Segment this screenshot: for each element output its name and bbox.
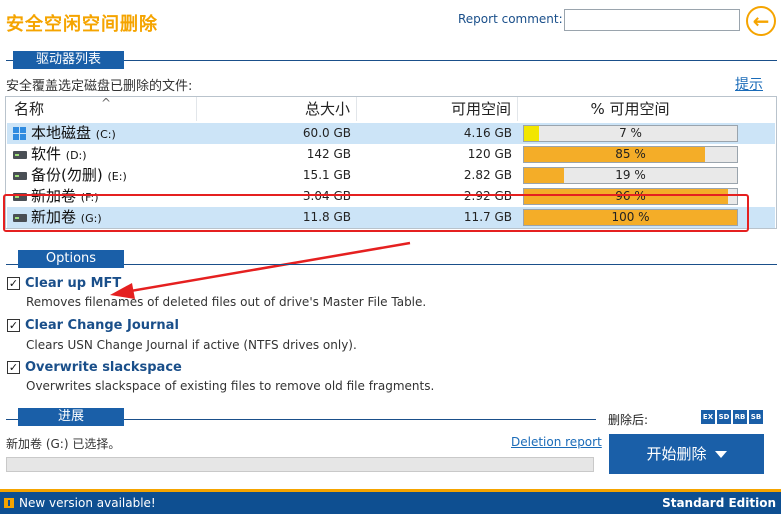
overwrite-slackspace-desc: Overwrites slackspace of existing files … [26,379,435,393]
column-header-name[interactable]: 名称 ^ [6,96,197,121]
sort-ascending-icon: ^ [101,96,112,110]
drive-row[interactable]: 本地磁盘 (C:) 60.0 GB 4.16 GB 7 % [7,123,775,144]
annotation-highlight-box [3,194,749,232]
clear-change-journal-label[interactable]: Clear Change Journal [25,318,179,333]
start-delete-label: 开始删除 [646,445,707,463]
drive-free-space: 120 GB [467,147,512,161]
windows-drive-icon [13,127,27,141]
new-version-link[interactable]: New version available! [19,496,156,510]
progress-bar [6,457,594,472]
drive-free-space: 4.16 GB [463,126,512,140]
report-comment-input[interactable] [564,9,740,31]
back-button[interactable]: ← [746,6,776,36]
tag-sd[interactable]: SD [717,410,731,424]
tag-sb[interactable]: SB [749,410,763,424]
drive-total-size: 60.0 GB [302,126,351,140]
overwrite-slackspace-label[interactable]: Overwrite slackspace [25,360,182,375]
tag-rb[interactable]: RB [733,410,747,424]
after-delete-label: 删除后: [608,413,649,427]
clear-mft-desc: Removes filenames of deleted files out o… [26,295,427,309]
column-header-pct[interactable]: % 可用空间 [518,97,742,121]
status-bar: New version available! Standard Edition [0,489,781,514]
clear-mft-label[interactable]: Clear up MFT [25,276,121,291]
drive-free-space: 2.82 GB [463,168,512,182]
free-space-bar: 7 % [523,125,738,142]
hint-link[interactable]: 提示 [735,74,763,94]
free-space-bar: 19 % [523,167,738,184]
drives-section-tab: 驱动器列表 [13,51,124,69]
free-space-percent: 7 % [619,126,642,140]
drive-table-header: 名称 ^ 总大小 可用空间 % 可用空间 [6,96,776,121]
free-space-bar: 85 % [523,146,738,163]
drives-subheading: 安全覆盖选定磁盘已删除的文件: [6,79,193,94]
update-available-icon [4,498,14,508]
drive-icon [13,172,27,180]
clear-change-journal-desc: Clears USN Change Journal if active (NTF… [26,338,357,352]
drive-row[interactable]: 备份(勿删) (E:) 15.1 GB 2.82 GB 19 % [7,165,775,186]
deletion-report-link[interactable]: Deletion report [511,435,602,449]
drive-name: 备份(勿删) (E:) [31,166,127,184]
edition-label: Standard Edition [662,496,776,510]
free-space-percent: 85 % [615,147,646,161]
clear-change-journal-checkbox[interactable]: ✓ [7,319,20,332]
start-delete-button[interactable]: 开始删除 [609,434,764,474]
overwrite-slackspace-checkbox[interactable]: ✓ [7,361,20,374]
tag-ex[interactable]: EX [701,410,715,424]
arrow-left-icon: ← [752,9,770,33]
column-header-free[interactable]: 可用空间 [357,97,518,121]
drive-icon [13,151,27,159]
progress-status-text: 新加卷 (G:) 已选择。 [6,437,121,451]
drive-row[interactable]: 软件 (D:) 142 GB 120 GB 85 % [7,144,775,165]
drive-total-size: 142 GB [306,147,351,161]
clear-mft-checkbox[interactable]: ✓ [7,277,20,290]
window-title: 安全空闲空间删除 [6,14,158,35]
drive-name: 软件 (D:) [31,145,87,163]
dropdown-caret-icon [714,451,727,458]
column-header-total[interactable]: 总大小 [197,97,357,121]
drive-total-size: 15.1 GB [302,168,351,182]
free-space-percent: 19 % [615,168,646,182]
options-section-tab: Options [18,250,124,268]
report-comment-label: Report comment: [458,12,563,26]
progress-section-tab: 进展 [18,408,124,426]
drive-name: 本地磁盘 (C:) [31,124,116,142]
